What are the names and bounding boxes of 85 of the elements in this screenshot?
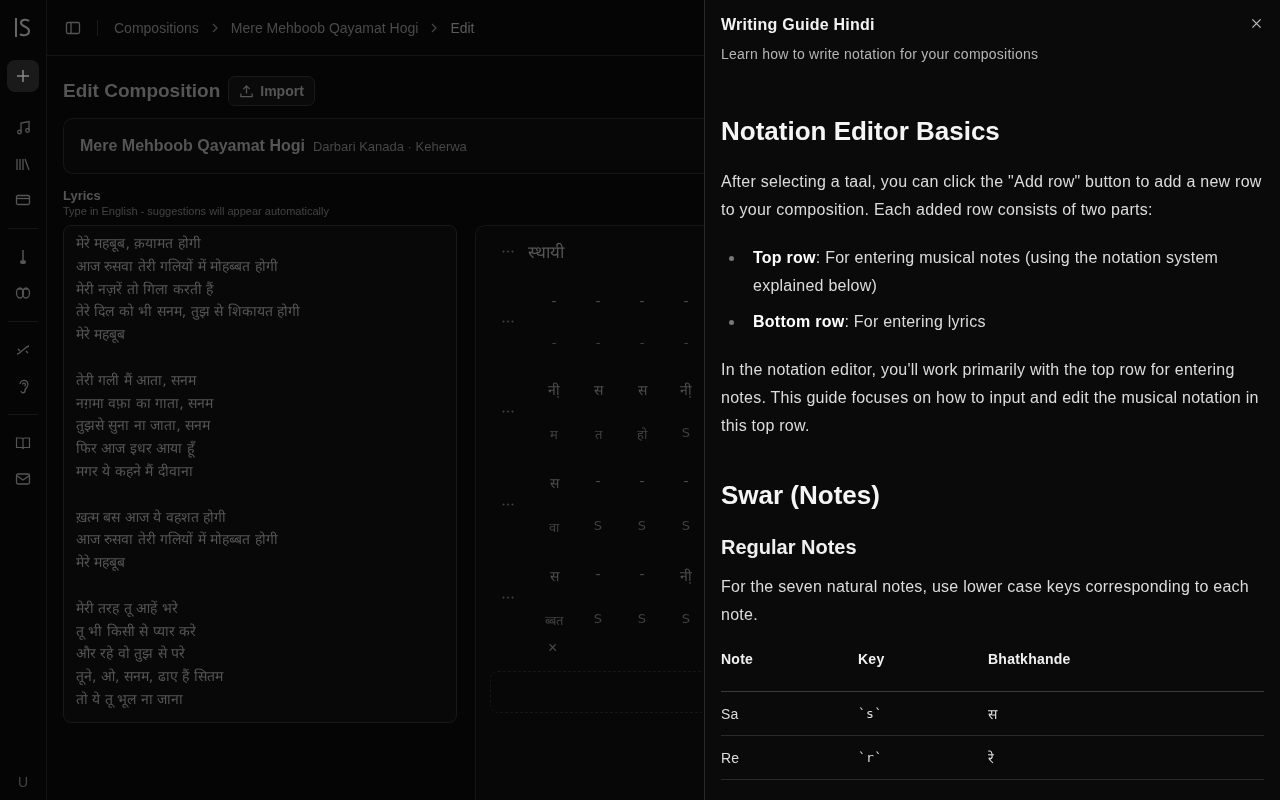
mail-icon[interactable] — [15, 471, 31, 487]
lyric-cell[interactable]: S — [637, 611, 647, 629]
drums-icon[interactable] — [15, 285, 31, 301]
drawer-title: Writing Guide Hindi — [721, 16, 876, 34]
lyric-cell[interactable]: ब्बत — [545, 611, 563, 629]
note-cell[interactable]: - — [683, 293, 689, 309]
add-button[interactable] — [7, 60, 39, 92]
paragraph: For the seven natural notes, use lower case keys corresponding to each note. — [721, 577, 1250, 625]
section-title: स्थायी — [528, 241, 564, 263]
remove-row-button[interactable]: × — [548, 639, 558, 657]
note-cell[interactable]: स — [549, 566, 559, 585]
lyric-cell[interactable]: - — [639, 335, 645, 350]
lyric-cell[interactable]: S — [681, 611, 691, 629]
breadcrumb-link[interactable]: Mere Mehboob Qayamat Hogi — [230, 19, 419, 36]
user-initial[interactable]: U — [17, 774, 29, 790]
column-header: Bhatkhande — [988, 651, 1072, 667]
composition-subtitle: Darbari Kanada · Keherwa — [312, 138, 467, 154]
sidebar-toggle-icon[interactable] — [65, 19, 81, 36]
lyric-cell[interactable]: S — [637, 518, 647, 536]
note-cell[interactable]: - — [595, 566, 601, 585]
more-icon[interactable] — [502, 410, 514, 413]
subsection-heading: Regular Notes — [721, 536, 858, 559]
note-cell[interactable]: - — [595, 473, 601, 492]
music-note-icon[interactable] — [15, 120, 31, 136]
book-icon[interactable] — [15, 435, 31, 451]
list-item: Top row: For entering musical notes (using the notation system explained below) — [753, 248, 1220, 296]
note-cell[interactable]: स — [637, 380, 647, 399]
lyrics-label: Lyrics — [63, 188, 102, 203]
section-heading: Swar (Notes) — [721, 480, 881, 510]
note-cell[interactable]: - — [551, 293, 557, 309]
note-cell[interactable]: - — [595, 293, 601, 309]
lyrics-field[interactable]: मेरे महबूब, क़यामत होगी आज रुसवा तेरी गलियों में मोहब्बत होगी मेरी नज़रें तो गिला करती हैं तेरे दिल को भी सनम, तुझ से शिकायत होगी मेरे महबूब तेरी गली मैं आता, सनम नग़मा वफ़ा का गाता, सनम तुझसे सुना ना जाता, सनम फिर आज इधर आया हूँ मगर ये कहने मैं दीवाना ख़त्म बस आज ये वहशत होगी आज रुसवा तेरी गलियों में मोहब्बत होगी मेरे महबूब मेरी तरह तू आहें भरे तू भी किसी से प्यार करे और रहे वो तुझ से परे तूने, ओ, सनम, ढाए हैं सितम तो ये तू भूल ना जाना — [63, 225, 457, 723]
logo-icon[interactable] — [13, 16, 33, 40]
note-cell[interactable]: स — [549, 473, 559, 492]
chevron-icon — [210, 22, 219, 33]
note-cell[interactable]: - — [639, 566, 645, 585]
table-cell-text: `s` — [858, 706, 884, 721]
more-icon[interactable] — [502, 320, 514, 323]
more-icon[interactable] — [502, 503, 514, 506]
drawer-subtitle: Learn how to write notation for your compositions — [721, 46, 1039, 62]
lyric-cell[interactable]: S — [593, 611, 603, 629]
more-icon[interactable] — [502, 250, 514, 253]
lyric-cell[interactable]: म — [550, 425, 558, 443]
page-title: Edit Composition — [63, 80, 221, 102]
breadcrumb-link[interactable]: Compositions — [114, 19, 199, 36]
more-icon[interactable] — [502, 596, 514, 599]
plus-icon — [16, 69, 30, 83]
note-cell[interactable]: - — [683, 473, 689, 492]
composition-title: Mere Mehboob Qayamat Hogi — [80, 137, 305, 155]
import-button[interactable]: Import — [228, 76, 315, 106]
column-header: Note — [721, 651, 755, 667]
close-icon[interactable] — [1251, 18, 1262, 29]
paragraph: In the notation editor, you'll work primarily with the top row for entering notes. This guide focuses on how to input and edit the musical notation in this top row. — [721, 360, 1260, 436]
note-cell[interactable]: - — [639, 293, 645, 309]
lyric-cell[interactable]: वा — [549, 518, 559, 536]
bullet-icon — [729, 256, 734, 261]
lyric-cell[interactable]: - — [551, 335, 557, 350]
paragraph: After selecting a taal, you can click the "Add row" button to add a new row to your composition. Each added row consists of two parts: — [721, 172, 1263, 220]
upload-icon — [239, 83, 255, 99]
lyric-cell[interactable]: हो — [637, 425, 647, 443]
lyric-cell[interactable]: S — [681, 518, 691, 536]
breadcrumb-link[interactable]: Edit — [450, 19, 475, 36]
column-header: Key — [858, 651, 886, 667]
table-cell-text: रे — [988, 749, 996, 767]
note-cell[interactable]: नी़ — [680, 380, 692, 399]
table-cell-text: Sa — [721, 705, 740, 722]
note-cell[interactable]: नी़ — [548, 380, 560, 399]
note-cell[interactable]: - — [639, 473, 645, 492]
library-icon[interactable] — [15, 156, 31, 172]
bullet-icon — [729, 320, 734, 325]
note-cell[interactable]: स — [593, 380, 603, 399]
list-item: Bottom row: For entering lyrics — [753, 312, 986, 332]
link-icon[interactable] — [15, 342, 31, 358]
lyric-cell[interactable]: S — [681, 425, 691, 443]
chevron-icon — [430, 22, 439, 33]
lyric-cell[interactable]: - — [683, 335, 689, 350]
lyric-cell[interactable]: S — [593, 518, 603, 536]
table-cell-text: `r` — [858, 750, 884, 765]
lyric-cell[interactable]: - — [595, 335, 601, 350]
section-heading: Notation Editor Basics — [721, 116, 1001, 146]
note-cell[interactable]: नी़ — [680, 566, 692, 585]
table-cell-text: स — [988, 705, 999, 723]
lyrics-hint: Type in English - suggestions will appear automatically — [63, 205, 330, 217]
card-icon[interactable] — [15, 192, 31, 208]
table-cell-text: Re — [721, 749, 741, 766]
